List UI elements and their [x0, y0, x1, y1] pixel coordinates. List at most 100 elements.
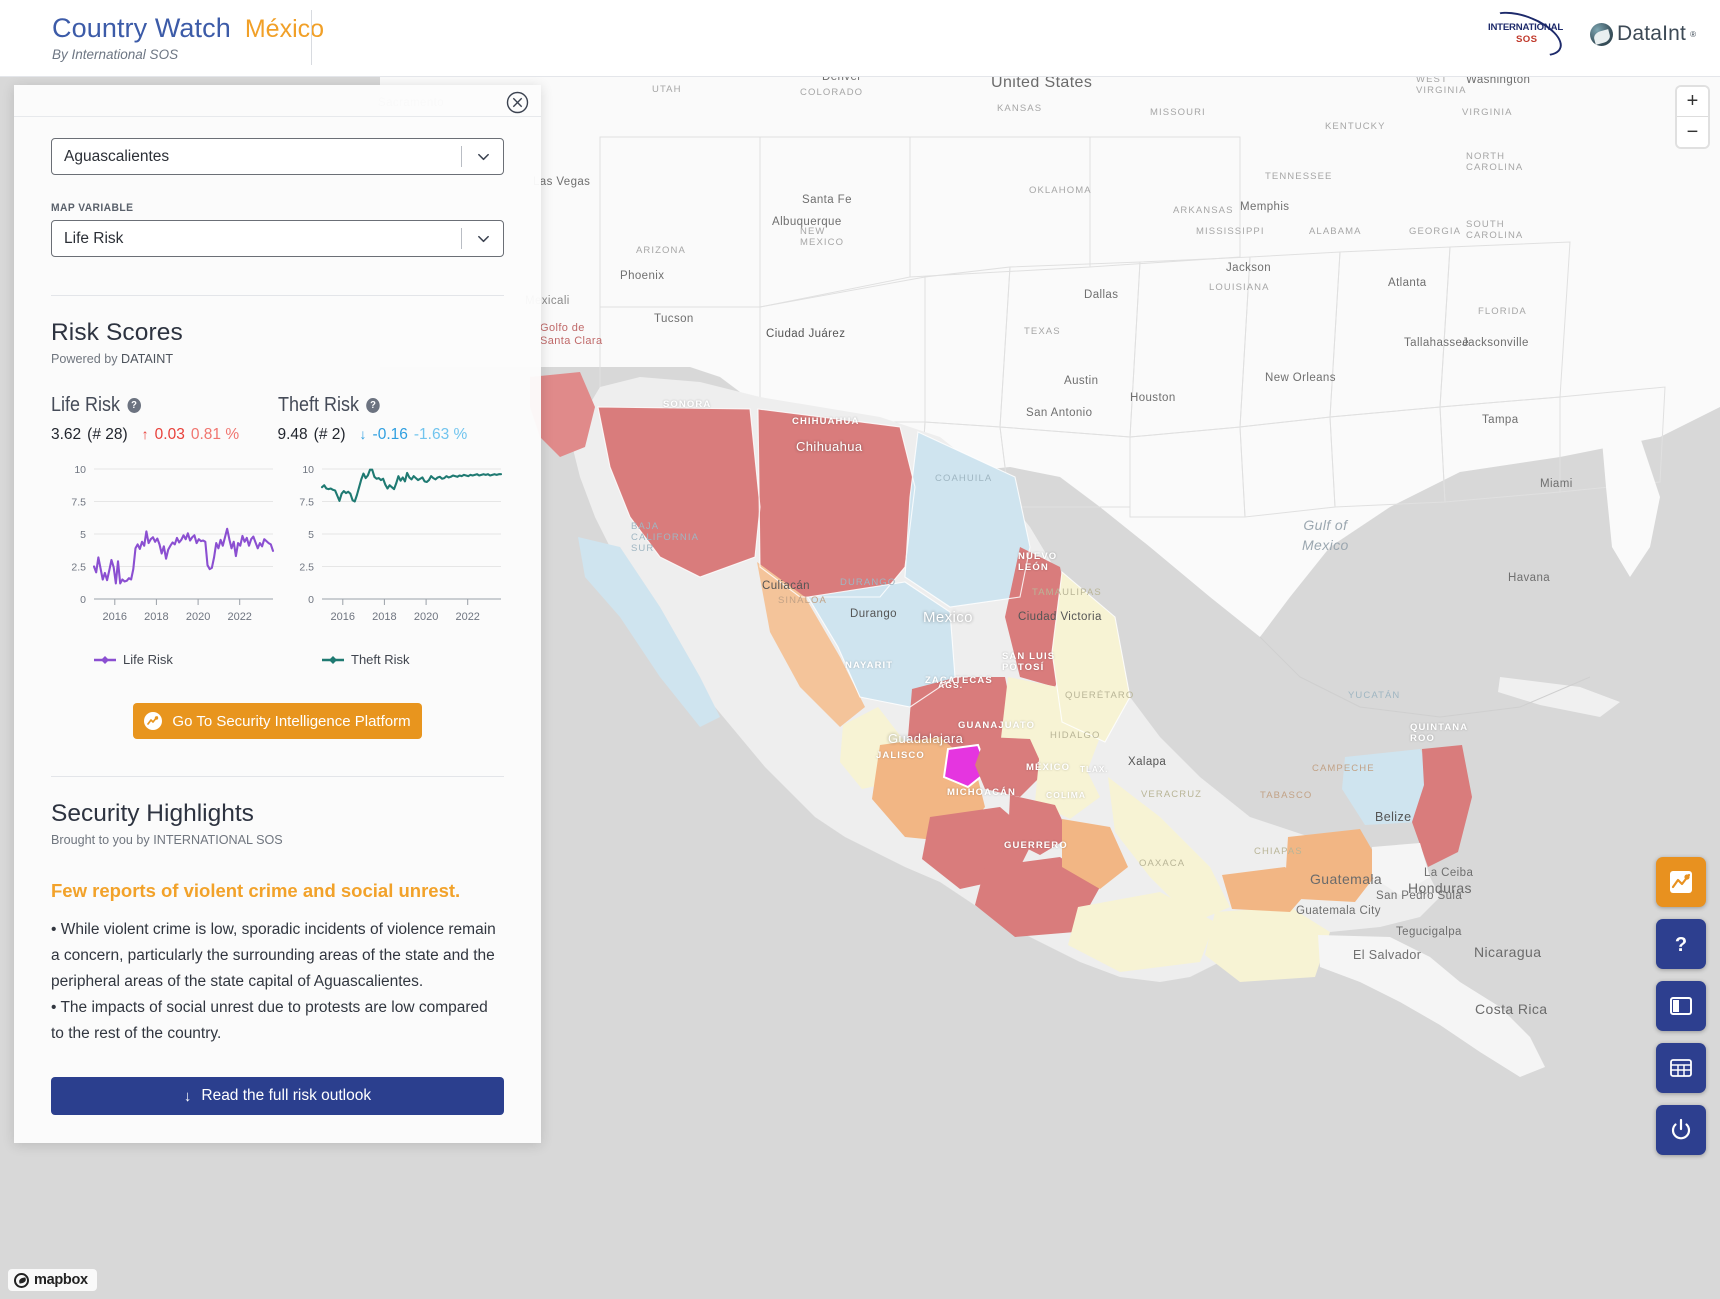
theft-risk-trend-arrow-icon: ↓	[360, 426, 367, 442]
read-full-risk-outlook-button[interactable]: ↓ Read the full risk outlook	[51, 1077, 504, 1115]
security-highlights-headline: Few reports of violent crime and social …	[51, 879, 504, 903]
life-risk-label: Life Risk	[51, 394, 120, 417]
map-variable-select-wrapper: Life Risk	[51, 220, 504, 257]
life-risk-values: 3.62 (# 28) ↑ 0.03 0.81 %	[51, 426, 278, 444]
svg-text:2.5: 2.5	[71, 562, 86, 574]
chevron-down-icon[interactable]	[476, 231, 491, 246]
zoom-out-button[interactable]: −	[1677, 117, 1708, 147]
sidebar-panel-icon	[1668, 993, 1694, 1019]
svg-text:7.5: 7.5	[299, 497, 314, 509]
app-header: Country Watch México By International SO…	[0, 0, 1720, 77]
highlight-bullet: • The impacts of social unrest due to pr…	[51, 995, 504, 1047]
svg-text:2016: 2016	[103, 611, 127, 623]
theft-risk-delta-percent: -1.63 %	[414, 426, 467, 444]
read-button-label: Read the full risk outlook	[201, 1087, 371, 1105]
svg-text:0: 0	[308, 594, 314, 606]
info-panel: Aguascalientes MAP VARIABLE Life Risk	[14, 85, 541, 1143]
security-highlights-title: Security Highlights	[51, 800, 504, 828]
life-risk-score: 3.62	[51, 426, 81, 444]
chevron-down-icon[interactable]	[476, 149, 491, 164]
theft-risk-legend: Theft Risk	[322, 652, 507, 667]
region-select[interactable]: Aguascalientes	[51, 138, 504, 175]
country-name: México	[245, 15, 324, 44]
svg-text:2.5: 2.5	[299, 562, 314, 574]
life-risk-chart-cell: 0 2.5 5 7.5 10 2016 2018 2020 2022 Life Risk	[51, 457, 279, 667]
table-icon	[1668, 1055, 1694, 1081]
life-risk-chart: 0 2.5 5 7.5 10 2016 2018 2020 2022	[51, 457, 279, 637]
svg-text:2018: 2018	[144, 611, 168, 623]
brand-block: Country Watch México By International SO…	[52, 13, 324, 62]
header-logos: INTERNATIONAL SOS DataInt ®	[1486, 14, 1696, 54]
power-tool-button[interactable]	[1656, 1105, 1706, 1155]
dataint-logo-label: DataInt	[1617, 22, 1686, 46]
theft-risk-help-icon[interactable]: ?	[366, 398, 380, 413]
help-tool-button[interactable]: ?	[1656, 919, 1706, 969]
dataint-logo: DataInt ®	[1590, 22, 1696, 46]
go-to-security-intelligence-platform-button[interactable]: Go To Security Intelligence Platform	[133, 703, 422, 739]
download-arrow-icon: ↓	[184, 1088, 192, 1105]
risk-metrics-row: Life Risk ? 3.62 (# 28) ↑ 0.03 0.81 %	[51, 394, 504, 444]
svg-text:2020: 2020	[186, 611, 210, 623]
region-select-separator	[461, 146, 462, 167]
map-variable-select-separator	[461, 228, 462, 249]
map-zoom-controls[interactable]: + −	[1677, 87, 1708, 147]
platform-chart-icon	[144, 712, 162, 730]
svg-text:2022: 2022	[455, 611, 479, 623]
mapbox-attribution[interactable]: mapbox	[8, 1269, 97, 1291]
power-icon	[1668, 1117, 1694, 1143]
legend-marker-icon	[94, 655, 116, 665]
svg-text:0: 0	[80, 594, 86, 606]
zoom-in-button[interactable]: +	[1677, 87, 1708, 117]
life-risk-name-row: Life Risk ?	[51, 394, 255, 417]
theft-risk-legend-label: Theft Risk	[351, 652, 410, 667]
life-risk-delta-percent: 0.81 %	[191, 426, 239, 444]
svg-text:10: 10	[302, 464, 314, 476]
chart-tool-button[interactable]	[1656, 857, 1706, 907]
close-panel-button[interactable]	[506, 91, 529, 114]
svg-text:5: 5	[308, 529, 314, 541]
panel-body: Aguascalientes MAP VARIABLE Life Risk	[14, 138, 541, 1115]
page-title: Country Watch	[52, 13, 231, 44]
powered-by-brand: DATAINT	[121, 352, 173, 366]
sip-button-label: Go To Security Intelligence Platform	[172, 713, 410, 730]
dataint-trademark: ®	[1690, 30, 1696, 39]
theft-risk-metric: Theft Risk ? 9.48 (# 2) ↓ -0.16 -1.63 %	[278, 394, 505, 444]
mapbox-logo-icon	[14, 1273, 29, 1288]
life-risk-legend: Life Risk	[94, 652, 279, 667]
theft-risk-delta: -0.16	[373, 426, 408, 444]
table-tool-button[interactable]	[1656, 1043, 1706, 1093]
security-highlights-body: • While violent crime is low, sporadic i…	[51, 917, 504, 1046]
svg-text:2022: 2022	[227, 611, 251, 623]
theft-risk-chart: 02.557.5102016201820202022	[279, 457, 507, 637]
powered-by-prefix: Powered by	[51, 352, 121, 366]
question-mark-icon: ?	[1668, 931, 1694, 957]
svg-text:10: 10	[74, 464, 86, 476]
risk-scores-subtitle: Powered by DATAINT	[51, 352, 504, 366]
mapbox-attribution-label: mapbox	[34, 1272, 88, 1288]
region-select-wrapper: Aguascalientes	[51, 138, 504, 175]
chart-icon	[1668, 869, 1694, 895]
theft-risk-rank: (# 2)	[314, 426, 346, 444]
legend-marker-icon	[322, 655, 344, 665]
svg-text:5: 5	[80, 529, 86, 541]
life-risk-legend-label: Life Risk	[123, 652, 173, 667]
svg-text:2018: 2018	[372, 611, 396, 623]
header-divider	[311, 10, 312, 65]
theft-risk-name-row: Theft Risk ?	[278, 394, 482, 417]
brought-to-you-prefix: Brought to you by	[51, 833, 153, 847]
svg-text:7.5: 7.5	[71, 497, 86, 509]
map-tool-buttons[interactable]: ?	[1656, 857, 1706, 1155]
brought-to-you-org: INTERNATIONAL SOS	[153, 833, 282, 847]
panel-toggle-tool-button[interactable]	[1656, 981, 1706, 1031]
info-panel-scroll[interactable]: Aguascalientes MAP VARIABLE Life Risk	[14, 85, 541, 1143]
svg-text:2016: 2016	[331, 611, 355, 623]
isos-logo-line2: SOS	[1516, 34, 1537, 45]
map-variable-select[interactable]: Life Risk	[51, 220, 504, 257]
close-icon	[506, 91, 529, 114]
section-divider-2	[51, 776, 504, 777]
map-variable-label: MAP VARIABLE	[51, 202, 468, 214]
country-watch-app: United States Denver Washington Sacramen…	[0, 0, 1720, 1299]
risk-charts-row: 0 2.5 5 7.5 10 2016 2018 2020 2022 Life Risk 0 2.…	[51, 457, 504, 667]
life-risk-help-icon[interactable]: ?	[127, 398, 141, 413]
svg-text:?: ?	[1675, 934, 1687, 956]
